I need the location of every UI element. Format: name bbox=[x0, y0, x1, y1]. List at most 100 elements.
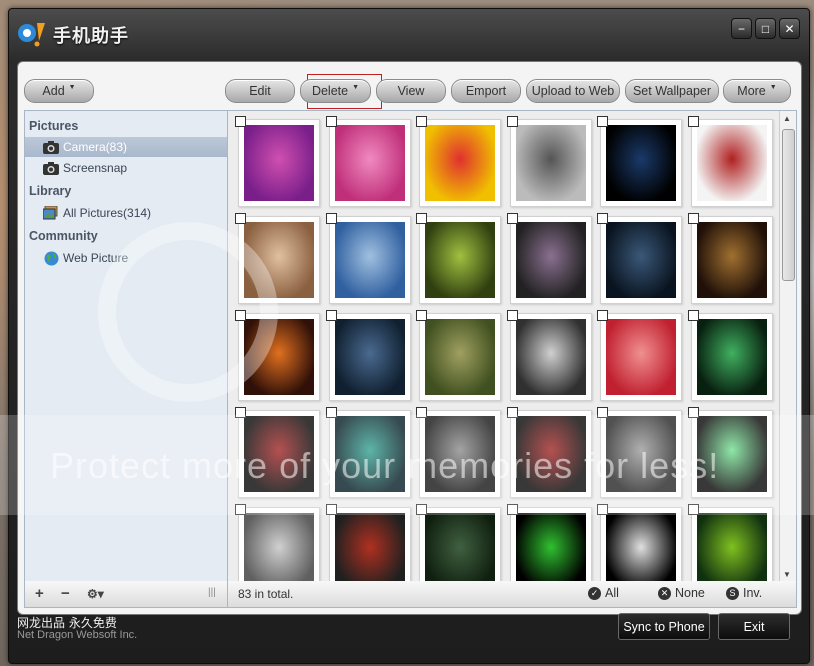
select-checkbox[interactable] bbox=[325, 116, 337, 127]
thumbnail[interactable] bbox=[325, 407, 411, 498]
select-checkbox[interactable] bbox=[235, 407, 246, 418]
select-checkbox[interactable] bbox=[506, 504, 518, 515]
invert-label: Inv. bbox=[743, 586, 763, 600]
select-checkbox[interactable] bbox=[235, 116, 246, 127]
thumbnail[interactable] bbox=[416, 213, 501, 304]
thumbnail-grid: ▲ ▼ bbox=[227, 110, 797, 582]
sidebar-item-web-picture[interactable]: Web Picture bbox=[25, 248, 227, 268]
armored-knight-image bbox=[334, 222, 405, 298]
select-checkbox[interactable] bbox=[416, 407, 427, 418]
scroll-up-icon[interactable]: ▲ bbox=[783, 114, 791, 123]
select-all-button[interactable]: ✓ All bbox=[588, 586, 619, 600]
green-lantern-image bbox=[696, 319, 767, 395]
sidebar-item-screensnap[interactable]: Screensnap bbox=[25, 158, 227, 178]
thumbnail[interactable] bbox=[325, 504, 411, 581]
thumbnail[interactable] bbox=[597, 213, 682, 304]
thumbnail[interactable] bbox=[597, 504, 682, 581]
invert-selection-button[interactable]: S Inv. bbox=[726, 586, 762, 600]
minimize-button[interactable]: − bbox=[731, 18, 752, 39]
thumbnail[interactable] bbox=[416, 504, 501, 581]
thumbnail[interactable] bbox=[597, 310, 682, 401]
select-checkbox[interactable] bbox=[506, 116, 518, 127]
delete-button[interactable]: Delete ▼ bbox=[300, 79, 371, 103]
set-wallpaper-button[interactable]: Set Wallpaper bbox=[625, 79, 719, 103]
close-button[interactable]: ✕ bbox=[779, 18, 800, 39]
thumbnail[interactable] bbox=[506, 116, 592, 207]
select-checkbox[interactable] bbox=[687, 116, 699, 127]
thumbnail[interactable] bbox=[506, 310, 592, 401]
thumbnail[interactable] bbox=[416, 310, 501, 401]
status-bar: 83 in total. ✓ All ✕ None S Inv. bbox=[227, 581, 797, 608]
select-checkbox[interactable] bbox=[416, 310, 427, 321]
sidebar-item-all-pictures[interactable]: All Pictures(314) bbox=[25, 203, 227, 223]
select-checkbox[interactable] bbox=[325, 407, 337, 418]
app-logo-icon bbox=[18, 23, 45, 47]
scroll-thumb[interactable] bbox=[782, 129, 795, 281]
select-checkbox[interactable] bbox=[597, 407, 608, 418]
select-checkbox[interactable] bbox=[597, 310, 608, 321]
sidebar-item-camera[interactable]: Camera(83) bbox=[25, 137, 227, 157]
select-checkbox[interactable] bbox=[235, 310, 246, 321]
thumbnail[interactable] bbox=[506, 213, 592, 304]
purple-circuit-image bbox=[244, 125, 314, 201]
sync-to-phone-button[interactable]: Sync to Phone bbox=[618, 613, 710, 640]
thumbnail[interactable] bbox=[687, 504, 773, 581]
select-checkbox[interactable] bbox=[687, 213, 699, 224]
select-checkbox[interactable] bbox=[506, 213, 518, 224]
thumbnail[interactable] bbox=[235, 504, 320, 581]
thumbnail[interactable] bbox=[416, 116, 501, 207]
select-none-button[interactable]: ✕ None bbox=[658, 586, 705, 600]
remove-album-button[interactable]: − bbox=[61, 585, 70, 602]
upload-to-web-button[interactable]: Upload to Web bbox=[526, 79, 620, 103]
select-checkbox[interactable] bbox=[597, 213, 608, 224]
scroll-down-icon[interactable]: ▼ bbox=[783, 570, 791, 579]
add-label: Add bbox=[42, 84, 65, 98]
thumbnail[interactable] bbox=[597, 116, 682, 207]
thumbnail[interactable] bbox=[235, 213, 320, 304]
girl-portrait-image bbox=[244, 222, 314, 298]
thumbnail[interactable] bbox=[235, 310, 320, 401]
select-checkbox[interactable] bbox=[325, 310, 337, 321]
thumbnail[interactable] bbox=[687, 407, 773, 498]
thumbnail[interactable] bbox=[235, 116, 320, 207]
sidebar: Pictures Camera(83) Screensnap Library A… bbox=[24, 110, 228, 582]
settings-button[interactable]: ⚙▾ bbox=[87, 587, 104, 601]
add-album-button[interactable]: + bbox=[35, 585, 44, 602]
select-checkbox[interactable] bbox=[325, 504, 337, 515]
select-checkbox[interactable] bbox=[597, 116, 608, 127]
edit-button[interactable]: Edit bbox=[225, 79, 295, 103]
view-button[interactable]: View bbox=[376, 79, 446, 103]
vertical-scrollbar[interactable]: ▲ ▼ bbox=[779, 111, 796, 581]
more-button[interactable]: More ▼ bbox=[723, 79, 791, 103]
thumbnail[interactable] bbox=[597, 407, 682, 498]
green-light-image bbox=[696, 416, 767, 492]
resize-grip-icon[interactable]: ||| bbox=[208, 587, 216, 598]
add-button[interactable]: Add ▼ bbox=[24, 79, 94, 103]
select-checkbox[interactable] bbox=[416, 504, 427, 515]
select-checkbox[interactable] bbox=[687, 310, 699, 321]
select-checkbox[interactable] bbox=[235, 504, 246, 515]
thumbnail[interactable] bbox=[687, 116, 773, 207]
maximize-icon: □ bbox=[761, 21, 770, 36]
thumbnail[interactable] bbox=[325, 310, 411, 401]
thumbnail[interactable] bbox=[325, 116, 411, 207]
select-checkbox[interactable] bbox=[235, 213, 246, 224]
select-checkbox[interactable] bbox=[597, 504, 608, 515]
select-checkbox[interactable] bbox=[687, 407, 699, 418]
thumbnail[interactable] bbox=[235, 407, 320, 498]
thumbnail[interactable] bbox=[325, 213, 411, 304]
thumbnail[interactable] bbox=[687, 213, 773, 304]
select-checkbox[interactable] bbox=[416, 213, 427, 224]
thumbnail[interactable] bbox=[416, 407, 501, 498]
emport-button[interactable]: Emport bbox=[451, 79, 521, 103]
thumbnail[interactable] bbox=[506, 504, 592, 581]
select-checkbox[interactable] bbox=[506, 310, 518, 321]
select-checkbox[interactable] bbox=[687, 504, 699, 515]
select-checkbox[interactable] bbox=[325, 213, 337, 224]
maximize-button[interactable]: □ bbox=[755, 18, 776, 39]
exit-button[interactable]: Exit bbox=[718, 613, 790, 640]
thumbnail[interactable] bbox=[687, 310, 773, 401]
select-checkbox[interactable] bbox=[506, 407, 518, 418]
thumbnail[interactable] bbox=[506, 407, 592, 498]
select-checkbox[interactable] bbox=[416, 116, 427, 127]
